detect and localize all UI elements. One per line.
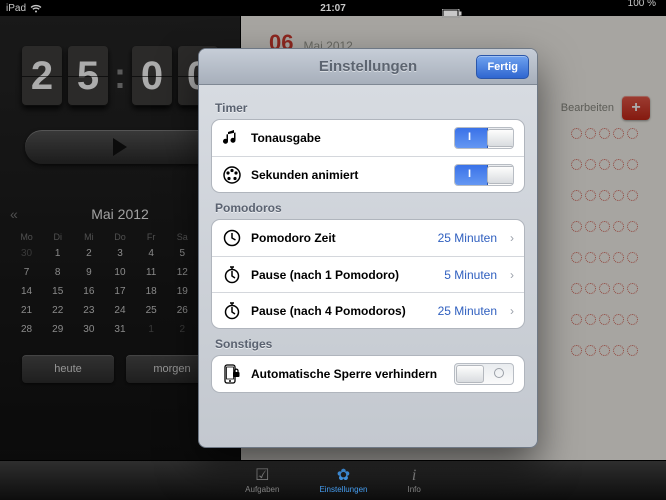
toggle-sound[interactable]: I — [454, 127, 514, 149]
chevron-right-icon: › — [510, 304, 514, 318]
stopwatch-icon — [222, 265, 242, 285]
status-device: iPad — [6, 3, 26, 14]
checklist-icon: ☑ — [255, 468, 269, 484]
tab-tasks-label: Aufgaben — [245, 485, 279, 494]
modal-header: Einstellungen Fertig — [199, 49, 537, 85]
modal-title: Einstellungen — [319, 58, 417, 75]
row-animate[interactable]: Sekunden animiert I — [212, 156, 524, 192]
tab-bar: ☑ Aufgaben ✿ Einstellungen i Info — [0, 460, 666, 500]
row-pomodoro-length-value: 25 Minuten — [438, 231, 497, 245]
row-pomodoro-length[interactable]: Pomodoro Zeit 25 Minuten › — [212, 220, 524, 256]
timer-group: Tonausgabe I Sekunden animiert I — [211, 119, 525, 193]
other-group: Automatische Sperre verhindern I — [211, 355, 525, 393]
row-break-long-value: 25 Minuten — [438, 304, 497, 318]
toggle-autolock[interactable]: I — [454, 363, 514, 385]
done-button[interactable]: Fertig — [476, 55, 529, 79]
row-break-short-value: 5 Minuten — [444, 268, 497, 282]
wifi-icon — [30, 4, 42, 13]
row-pomodoro-length-label: Pomodoro Zeit — [251, 231, 429, 245]
row-autolock-label: Automatische Sperre verhindern — [251, 367, 445, 381]
tab-info-label: Info — [407, 485, 420, 494]
row-break-long-label: Pause (nach 4 Pomodoros) — [251, 304, 429, 318]
status-time: 21:07 — [224, 3, 442, 14]
section-other-label: Sonstiges — [215, 337, 521, 351]
pomodoros-group: Pomodoro Zeit 25 Minuten › Pause (nach 1… — [211, 219, 525, 329]
settings-modal: Einstellungen Fertig Timer Tonausgabe I … — [198, 48, 538, 448]
row-break-short[interactable]: Pause (nach 1 Pomodoro) 5 Minuten › — [212, 256, 524, 292]
row-sound[interactable]: Tonausgabe I — [212, 120, 524, 156]
lock-phone-icon — [222, 364, 242, 384]
film-icon — [222, 165, 242, 185]
chevron-right-icon: › — [510, 268, 514, 282]
section-pomodoros-label: Pomodoros — [215, 201, 521, 215]
row-break-long[interactable]: Pause (nach 4 Pomodoros) 25 Minuten › — [212, 292, 524, 328]
status-bar: iPad 21:07 100 % — [0, 0, 666, 16]
toggle-animate[interactable]: I — [454, 164, 514, 186]
tab-info[interactable]: i Info — [407, 468, 420, 494]
stopwatch-icon — [222, 301, 242, 321]
tab-settings[interactable]: ✿ Einstellungen — [319, 468, 367, 494]
row-autolock[interactable]: Automatische Sperre verhindern I — [212, 356, 524, 392]
gear-icon: ✿ — [337, 468, 350, 484]
tab-tasks[interactable]: ☑ Aufgaben — [245, 468, 279, 494]
row-sound-label: Tonausgabe — [251, 131, 445, 145]
status-battery: 100 % — [628, 0, 656, 9]
chevron-right-icon: › — [510, 231, 514, 245]
section-timer-label: Timer — [215, 101, 521, 115]
row-animate-label: Sekunden animiert — [251, 168, 445, 182]
clock-icon — [222, 228, 242, 248]
sound-icon — [222, 128, 242, 148]
tab-settings-label: Einstellungen — [319, 485, 367, 494]
info-icon: i — [412, 468, 416, 484]
row-break-short-label: Pause (nach 1 Pomodoro) — [251, 268, 435, 282]
